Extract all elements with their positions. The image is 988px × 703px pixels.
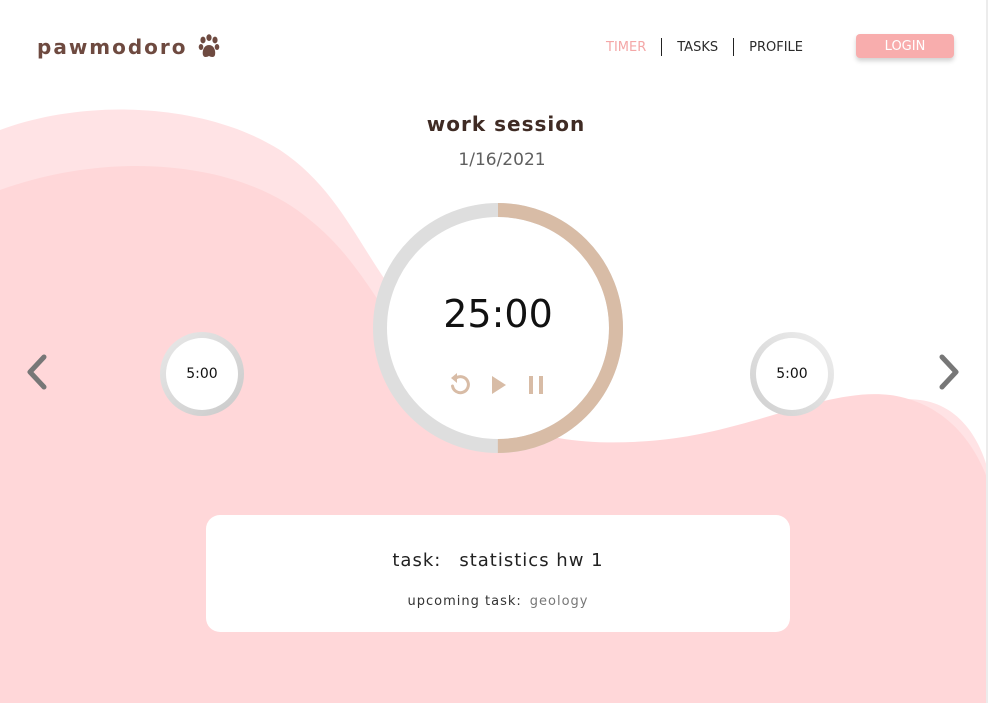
next-timer[interactable]: 5:00 [747,329,837,419]
nav-profile[interactable]: PROFILE [749,40,803,55]
pause-icon[interactable] [524,372,548,398]
prev-timer[interactable]: 5:00 [157,329,247,419]
current-task[interactable]: task: statistics hw 1 [206,550,790,571]
brand-name: pawmodoro [37,35,188,59]
timer-controls [448,372,548,398]
login-button[interactable]: LOGIN [856,34,954,58]
prev-timer-time: 5:00 [186,366,218,382]
logo[interactable]: pawmodoro [37,34,220,60]
task-label: task: [392,550,442,571]
restart-icon[interactable] [448,372,472,398]
nav-tasks[interactable]: TASKS [677,40,718,55]
chevron-left-icon[interactable] [24,352,52,392]
play-icon[interactable] [486,372,510,398]
chevron-right-icon[interactable] [934,352,962,392]
session-date: 1/16/2021 [458,150,546,170]
next-timer-time: 5:00 [776,366,808,382]
upcoming-task-label: upcoming task: [407,594,522,609]
task-card: task: statistics hw 1 upcoming task: geolo… [206,515,790,632]
timer-display: 25:00 [443,292,553,336]
task-name: statistics hw 1 [459,550,604,571]
nav-divider [661,38,663,56]
session-title: work session [426,112,586,136]
nav-divider [733,38,735,56]
paw-icon [198,34,219,57]
nav-timer[interactable]: TIMER [606,40,646,55]
upcoming-task-name: geology [529,594,589,609]
upcoming-task[interactable]: upcoming task: geology [206,594,790,609]
main-nav: TIMER TASKS PROFILE [606,38,803,56]
